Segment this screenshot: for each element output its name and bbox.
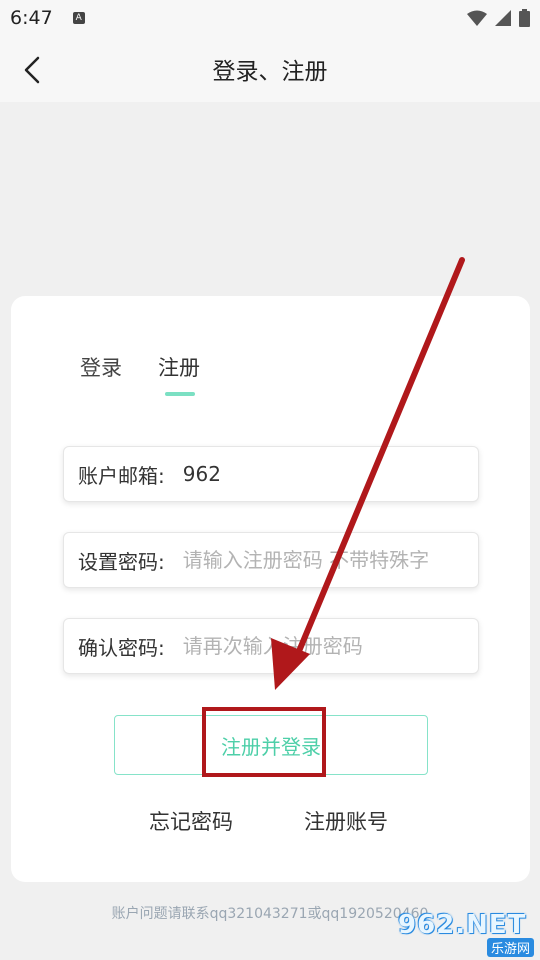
- annotation-arrow: [271, 257, 465, 690]
- watermark-logo: 962.NET 乐游网: [398, 910, 534, 957]
- watermark-text: 962.NET: [398, 910, 527, 940]
- annotation-highlight-box: [202, 707, 326, 777]
- watermark-subtext: 乐游网: [486, 938, 534, 957]
